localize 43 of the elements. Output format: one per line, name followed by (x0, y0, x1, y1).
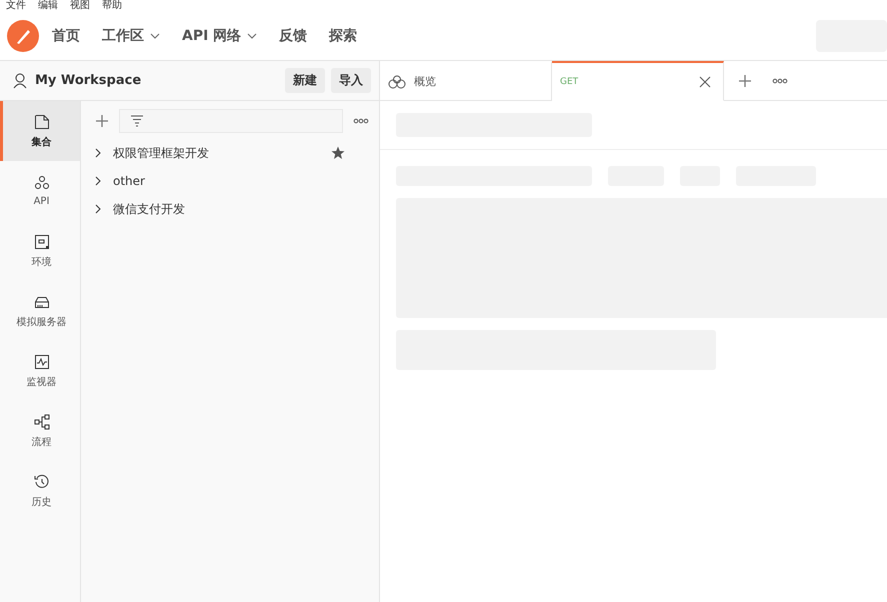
binoculars-icon (388, 74, 406, 88)
more-icon[interactable] (353, 118, 369, 124)
api-icon (34, 175, 50, 191)
sidebar-tab[interactable]: 模拟服务器 (0, 281, 80, 341)
more-icon[interactable] (772, 78, 788, 84)
chevron-icon[interactable] (95, 176, 101, 186)
sidebar-tab[interactable]: 监视器 (0, 341, 80, 401)
nav-item[interactable]: 反馈 (279, 26, 308, 44)
menu-item[interactable]: 视图 (70, 0, 90, 11)
sidebar-tab[interactable]: 环境 (0, 221, 80, 281)
menu-item[interactable]: 帮助 (102, 0, 122, 11)
chevron-icon[interactable] (95, 148, 101, 158)
filter-field[interactable] (119, 109, 343, 133)
nav-item[interactable]: API 网络 (182, 26, 258, 44)
caret-icon (150, 32, 160, 38)
history-icon (34, 474, 50, 490)
filter-icon (130, 115, 144, 127)
user-icon (13, 72, 27, 88)
sidebar-tab[interactable]: API (0, 161, 80, 221)
collection-item[interactable]: 微信支付开发 (113, 200, 185, 218)
workspace-button[interactable]: 新建 (285, 68, 325, 93)
menu-item[interactable]: 编辑 (38, 0, 58, 11)
collection-item[interactable]: other (113, 174, 145, 188)
sidebar-tab[interactable]: 历史 (0, 461, 80, 521)
caret-icon (247, 32, 258, 38)
sidebar-tab[interactable]: 集合 (0, 101, 80, 161)
monitors-icon (34, 354, 50, 370)
star-icon[interactable] (331, 146, 345, 160)
nav-item[interactable]: 工作区 (102, 26, 160, 44)
chevron-icon[interactable] (95, 204, 101, 214)
nav-item[interactable]: 探索 (329, 26, 358, 44)
collection-item[interactable]: 权限管理框架开发 (113, 144, 209, 162)
add-icon[interactable] (95, 114, 109, 128)
workspace-button[interactable]: 导入 (331, 68, 371, 93)
nav-item[interactable]: 首页 (52, 26, 80, 44)
add-tab-icon[interactable] (738, 74, 752, 88)
environments-icon (34, 234, 50, 250)
logo-icon[interactable] (7, 20, 39, 52)
workspace-name: My Workspace (35, 73, 142, 88)
close-icon[interactable] (699, 76, 711, 88)
flows-icon (34, 414, 50, 430)
collections-icon (34, 114, 50, 130)
sidebar-tab[interactable]: 流程 (0, 401, 80, 461)
